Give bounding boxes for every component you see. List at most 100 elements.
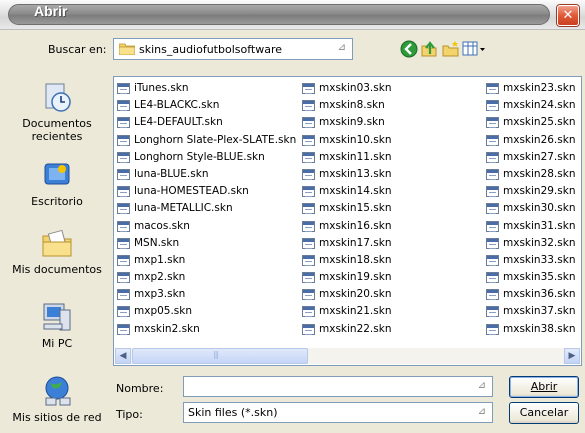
file-item[interactable]: mxskin26.skn <box>485 132 575 149</box>
file-item[interactable]: mxskin13.skn <box>301 166 391 183</box>
close-button[interactable]: ✕ <box>557 5 579 26</box>
filetype-select[interactable]: Skin files (*.skn) ⊿ <box>183 402 493 423</box>
skin-file-icon <box>117 117 130 129</box>
scroll-left-button[interactable]: ◀ <box>115 348 131 364</box>
file-name: mxskin27.skn <box>503 150 576 163</box>
file-item[interactable]: mxskin22.skn <box>301 321 391 338</box>
skin-file-icon <box>486 237 499 249</box>
file-item[interactable]: mxskin32.skn <box>485 235 575 252</box>
dropdown-arrow-icon: ⊿ <box>477 380 486 391</box>
file-item[interactable]: mxskin30.skn <box>485 200 575 217</box>
open-button[interactable]: Abrir <box>509 376 579 398</box>
file-item[interactable]: mxskin2.skn <box>116 321 296 338</box>
file-column-3: mxskin23.skn mxskin24.skn mxskin25.skn mxsk… <box>485 80 575 338</box>
file-item[interactable]: mxskin20.skn <box>301 286 391 303</box>
file-item[interactable]: mxskin03.skn <box>301 80 391 97</box>
skin-file-icon <box>117 168 130 180</box>
file-name: mxskin8.skn <box>319 99 385 112</box>
desktop-icon <box>44 163 70 185</box>
file-item[interactable]: mxskin11.skn <box>301 149 391 166</box>
back-icon[interactable] <box>400 40 418 58</box>
skin-file-icon <box>302 272 315 284</box>
file-name: mxskin37.skn <box>503 305 576 318</box>
title-bar[interactable]: Abrir ✕ <box>0 0 585 30</box>
skin-file-icon <box>486 117 499 129</box>
file-name: mxskin32.skn <box>503 236 576 249</box>
file-item[interactable]: mxskin28.skn <box>485 166 575 183</box>
file-item[interactable]: mxskin14.skn <box>301 183 391 200</box>
file-name: mxskin14.skn <box>319 185 392 198</box>
window-title: Abrir <box>34 3 68 19</box>
file-item[interactable]: mxp3.skn <box>116 286 296 303</box>
skin-file-icon <box>117 203 130 215</box>
place-network[interactable]: Mis sitios de red <box>7 374 107 424</box>
file-name: mxskin24.skn <box>503 99 576 112</box>
file-item[interactable]: mxp2.skn <box>116 269 296 286</box>
up-folder-icon[interactable] <box>420 40 438 58</box>
filetype-label: Tipo: <box>116 408 143 421</box>
file-item[interactable]: Longhorn Style-BLUE.skn <box>116 149 296 166</box>
skin-file-icon <box>486 151 499 163</box>
lookin-combobox[interactable]: skins_audiofutbolsoftware ⊿ <box>113 38 353 60</box>
file-item[interactable]: mxp05.skn <box>116 303 296 320</box>
place-label: Mi PC <box>41 337 73 350</box>
file-name: MSN.skn <box>134 236 180 249</box>
file-name: Longhorn Slate-Plex-SLATE.skn <box>134 133 297 146</box>
file-item[interactable]: mxskin35.skn <box>485 269 575 286</box>
place-my-computer[interactable]: Mi PC <box>7 300 107 350</box>
file-item[interactable]: mxskin8.skn <box>301 97 391 114</box>
file-name: mxskin23.skn <box>503 82 576 94</box>
file-item[interactable]: Longhorn Slate-Plex-SLATE.skn <box>116 132 296 149</box>
file-item[interactable]: mxskin36.skn <box>485 286 575 303</box>
file-item[interactable]: iTunes.skn <box>116 80 296 97</box>
file-item[interactable]: mxskin38.skn <box>485 321 575 338</box>
file-item[interactable]: mxskin23.skn <box>485 80 575 97</box>
place-desktop[interactable]: Escritorio <box>7 158 107 208</box>
filename-input[interactable]: ⊿ <box>183 376 493 397</box>
place-my-documents[interactable]: Mis documentos <box>7 226 107 276</box>
file-item[interactable]: mxskin15.skn <box>301 200 391 217</box>
skin-file-icon <box>302 306 315 318</box>
skin-file-icon <box>302 289 315 301</box>
file-item[interactable]: mxp1.skn <box>116 252 296 269</box>
file-name: mxskin25.skn <box>503 116 576 129</box>
file-list[interactable]: iTunes.skn LE4-BLACKC.skn LE4-DEFAULT.skn L… <box>113 76 582 366</box>
network-places-icon <box>45 376 71 406</box>
cancel-button[interactable]: Cancelar <box>509 402 579 424</box>
file-item[interactable]: mxskin17.skn <box>301 235 391 252</box>
file-item[interactable]: mxskin37.skn <box>485 303 575 320</box>
file-item[interactable]: mxskin33.skn <box>485 252 575 269</box>
file-item[interactable]: mxskin31.skn <box>485 218 575 235</box>
lookin-value: skins_audiofutbolsoftware <box>139 43 283 56</box>
file-item[interactable]: MSN.skn <box>116 235 296 252</box>
file-item[interactable]: luna-METALLIC.skn <box>116 200 296 217</box>
file-name: luna-BLUE.skn <box>134 167 209 180</box>
file-name: mxskin16.skn <box>319 219 392 232</box>
new-folder-icon[interactable] <box>442 40 460 58</box>
scroll-thumb[interactable] <box>132 348 308 364</box>
skin-file-icon <box>302 83 315 94</box>
file-item[interactable]: macos.skn <box>116 218 296 235</box>
file-item[interactable]: mxskin10.skn <box>301 132 391 149</box>
horizontal-scrollbar[interactable]: ◀ ▶ <box>115 348 580 364</box>
my-documents-icon <box>42 229 72 257</box>
file-item[interactable]: mxskin24.skn <box>485 97 575 114</box>
file-item[interactable]: LE4-DEFAULT.skn <box>116 114 296 131</box>
file-item[interactable]: luna-BLUE.skn <box>116 166 296 183</box>
file-item[interactable]: mxskin16.skn <box>301 218 391 235</box>
skin-file-icon <box>117 237 130 249</box>
file-column-1: iTunes.skn LE4-BLACKC.skn LE4-DEFAULT.skn L… <box>116 80 296 338</box>
file-item[interactable]: mxskin25.skn <box>485 114 575 131</box>
file-item[interactable]: mxskin21.skn <box>301 303 391 320</box>
place-recent-documents[interactable]: Documentos recientes <box>7 80 107 143</box>
file-item[interactable]: LE4-BLACKC.skn <box>116 97 296 114</box>
file-item[interactable]: mxskin9.skn <box>301 114 391 131</box>
file-item[interactable]: mxskin18.skn <box>301 252 391 269</box>
file-item[interactable]: mxskin29.skn <box>485 183 575 200</box>
scroll-right-button[interactable]: ▶ <box>564 348 580 364</box>
file-item[interactable]: mxskin19.skn <box>301 269 391 286</box>
view-menu-icon[interactable] <box>462 40 486 58</box>
file-item[interactable]: mxskin27.skn <box>485 149 575 166</box>
skin-file-icon <box>117 151 130 163</box>
file-item[interactable]: luna-HOMESTEAD.skn <box>116 183 296 200</box>
